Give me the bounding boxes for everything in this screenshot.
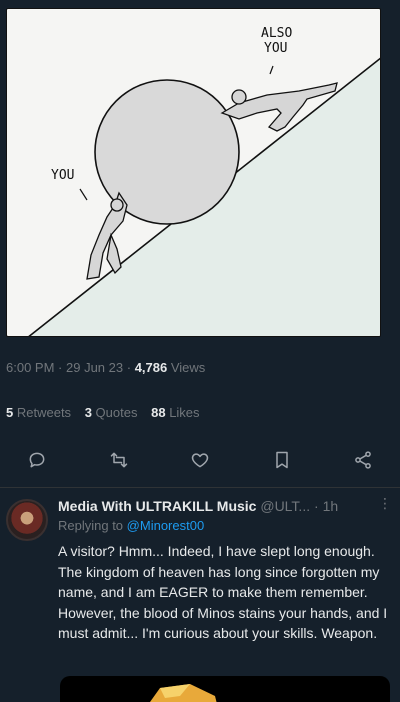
retweet-button[interactable] — [104, 445, 134, 475]
header-separator: · — [314, 498, 323, 514]
more-options-icon[interactable]: ⋮ — [378, 495, 392, 512]
quotes-label: Quotes — [95, 405, 138, 420]
share-icon — [355, 451, 371, 469]
reply-header: Media With ULTRAKILL Music @ULT... · 1h — [58, 498, 388, 514]
tweet-media-image[interactable]: YOU ALSO YOU — [0, 0, 400, 345]
divider — [0, 487, 400, 488]
tweet-date[interactable]: 29 Jun 23 — [66, 360, 123, 375]
bookmark-icon — [275, 451, 288, 469]
quotes-stat[interactable]: 3 Quotes — [85, 405, 138, 420]
reply-author-handle[interactable]: @ULT... — [260, 498, 310, 514]
comic-panel: YOU ALSO YOU — [6, 8, 381, 337]
reply-media-preview[interactable] — [60, 676, 390, 702]
tweet-action-bar — [0, 440, 400, 480]
heart-icon — [191, 453, 209, 468]
likes-stat[interactable]: 88 Likes — [151, 405, 199, 420]
reply-age[interactable]: 1h — [323, 498, 339, 514]
retweet-icon — [110, 452, 127, 468]
bookmark-button[interactable] — [267, 445, 297, 475]
replying-prefix: Replying to — [58, 518, 124, 533]
replying-mention[interactable]: @Minorest00 — [127, 518, 205, 533]
reply-icon — [29, 452, 45, 468]
like-button[interactable] — [185, 445, 215, 475]
comic-label-you: YOU — [51, 168, 75, 183]
tweet-stats: 5 Retweets 3 Quotes 88 Likes — [6, 405, 210, 420]
likes-count: 88 — [151, 405, 166, 420]
likes-label: Likes — [169, 405, 200, 420]
media-thumbnail-art — [150, 684, 217, 702]
share-button[interactable] — [348, 445, 378, 475]
comic-label-also: ALSO — [261, 26, 293, 41]
comic-label-also-you: YOU — [264, 41, 288, 56]
reply-author-name[interactable]: Media With ULTRAKILL Music — [58, 498, 256, 514]
meta-separator: · — [58, 360, 66, 375]
meta-separator: · — [126, 360, 135, 375]
reply-button[interactable] — [22, 445, 52, 475]
retweets-count: 5 — [6, 405, 14, 420]
quotes-count: 3 — [84, 405, 92, 420]
replying-to: Replying to @Minorest00 — [58, 518, 204, 533]
views-count: 4,786 — [134, 360, 168, 375]
tweet-meta: 6:00 PM · 29 Jun 23 · 4,786 Views — [6, 360, 205, 375]
retweets-stat[interactable]: 5 Retweets — [6, 405, 71, 420]
retweets-label: Retweets — [16, 405, 72, 420]
views-label: Views — [170, 360, 206, 375]
avatar[interactable] — [6, 499, 48, 541]
tweet-time[interactable]: 6:00 PM — [6, 360, 54, 375]
reply-text: A visitor? Hmm... Indeed, I have slept l… — [58, 543, 388, 641]
